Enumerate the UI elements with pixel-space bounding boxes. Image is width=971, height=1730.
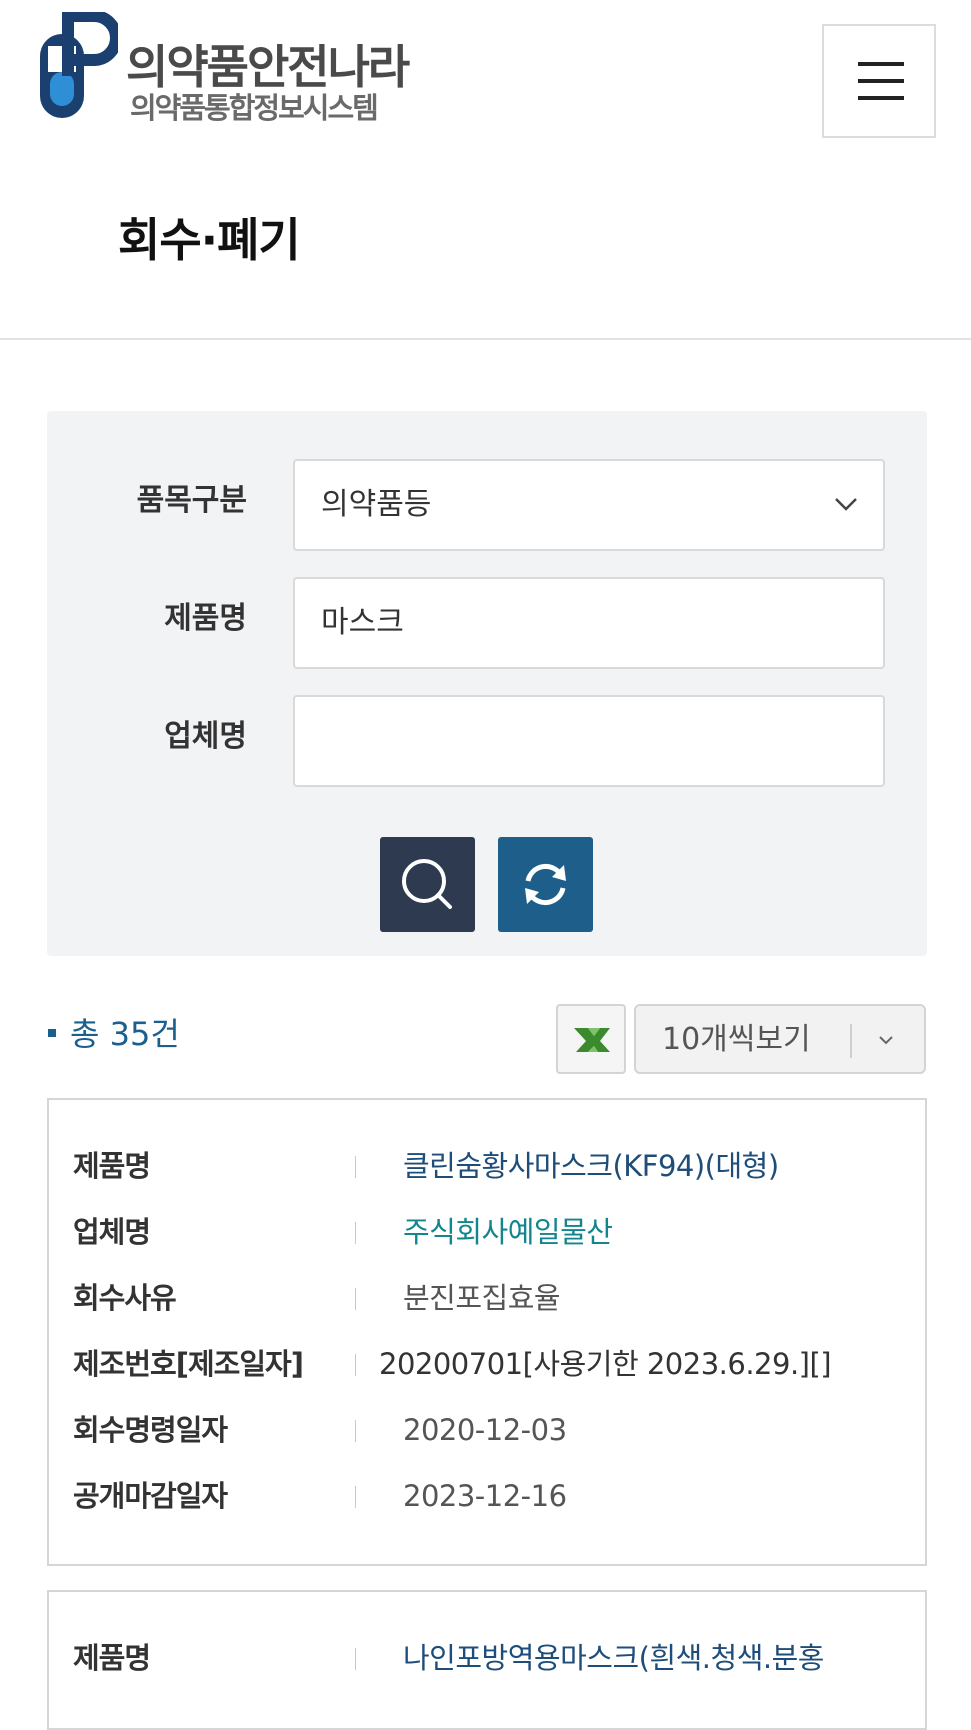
logo-mark-icon xyxy=(40,12,118,118)
select-divider xyxy=(850,1024,852,1058)
chevron-down-icon xyxy=(879,1036,893,1045)
site-header: 의약품안전나라 의약품통합정보시스템 xyxy=(0,0,971,160)
hamburger-menu-icon xyxy=(858,62,904,66)
search-icon xyxy=(402,859,452,909)
search-panel: 품목구분 의약품등 제품명 마스크 업체명 xyxy=(47,411,927,956)
detail-row-close-date: 공개마감일자 2023-12-16 xyxy=(73,1472,903,1522)
row-separator xyxy=(355,1156,356,1178)
site-logo[interactable]: 의약품안전나라 의약품통합정보시스템 xyxy=(34,12,414,125)
bullet-icon xyxy=(48,1029,56,1037)
detail-row-order-date: 회수명령일자 2020-12-03 xyxy=(73,1406,903,1456)
company-label: 업체명 xyxy=(164,719,247,754)
row-separator xyxy=(355,1288,356,1310)
company-name-input[interactable] xyxy=(293,695,885,787)
detail-row-product: 제품명 클린숨황사마스크(KF94)(대형) xyxy=(73,1142,903,1192)
total-count: 총 35건 xyxy=(48,1013,180,1055)
detail-row-lot: 제조번호[제조일자] 20200701[사용기한 2023.6.29.][] xyxy=(73,1340,903,1390)
disclosure-end-date: 2023-12-16 xyxy=(403,1479,567,1513)
row-label: 제조번호[제조일자] xyxy=(73,1347,304,1381)
detail-row-reason: 회수사유 분진포집효율 xyxy=(73,1274,903,1324)
product-label: 제품명 xyxy=(164,601,247,636)
row-label: 회수사유 xyxy=(73,1281,177,1315)
search-button[interactable] xyxy=(380,837,475,932)
recall-order-date: 2020-12-03 xyxy=(403,1413,567,1447)
page-size-select[interactable]: 10개씩보기 xyxy=(634,1004,926,1074)
chevron-down-icon xyxy=(835,498,857,511)
row-label: 회수명령일자 xyxy=(73,1413,228,1447)
product-name-link[interactable]: 나인포방역용마스크(흰색.청색.분홍 xyxy=(403,1638,824,1678)
divider xyxy=(0,338,971,340)
row-separator xyxy=(355,1222,356,1244)
excel-download-icon xyxy=(574,1028,610,1052)
detail-row-company: 업체명 주식회사예일물산 xyxy=(73,1208,903,1258)
category-label: 품목구분 xyxy=(136,483,247,518)
row-separator xyxy=(355,1354,356,1376)
row-label: 제품명 xyxy=(73,1641,151,1675)
company-name-link[interactable]: 주식회사예일물산 xyxy=(403,1212,613,1252)
refresh-icon xyxy=(525,864,566,905)
category-select[interactable]: 의약품등 xyxy=(293,459,885,551)
result-card[interactable]: 제품명 클린숨황사마스크(KF94)(대형) 업체명 주식회사예일물산 회수사유… xyxy=(47,1098,927,1566)
page-size-value: 10개씩보기 xyxy=(662,1022,811,1057)
menu-button[interactable] xyxy=(822,24,936,138)
row-separator xyxy=(355,1486,356,1508)
reset-button[interactable] xyxy=(498,837,593,932)
page-title: 회수·폐기 xyxy=(118,213,301,267)
product-name-input[interactable]: 마스크 xyxy=(293,577,885,669)
excel-download-button[interactable] xyxy=(556,1004,626,1074)
row-separator xyxy=(355,1648,356,1670)
row-label: 제품명 xyxy=(73,1149,151,1183)
detail-row-product: 제품명 나인포방역용마스크(흰색.청색.분홍 xyxy=(73,1634,903,1684)
logo-subtitle: 의약품통합정보시스템 xyxy=(130,91,379,125)
result-card[interactable]: 제품명 나인포방역용마스크(흰색.청색.분홍 xyxy=(47,1590,927,1730)
logo-title: 의약품안전나라 xyxy=(126,40,410,94)
category-select-value: 의약품등 xyxy=(321,487,432,522)
product-name-value: 마스크 xyxy=(321,605,404,640)
total-count-text: 총 35건 xyxy=(70,1015,180,1053)
row-label: 업체명 xyxy=(73,1215,151,1249)
row-label: 공개마감일자 xyxy=(73,1479,228,1513)
lot-number: 20200701[사용기한 2023.6.29.][] xyxy=(379,1347,832,1381)
recall-reason: 분진포집효율 xyxy=(403,1281,561,1315)
product-name-link[interactable]: 클린숨황사마스크(KF94)(대형) xyxy=(403,1146,779,1186)
row-separator xyxy=(355,1420,356,1442)
